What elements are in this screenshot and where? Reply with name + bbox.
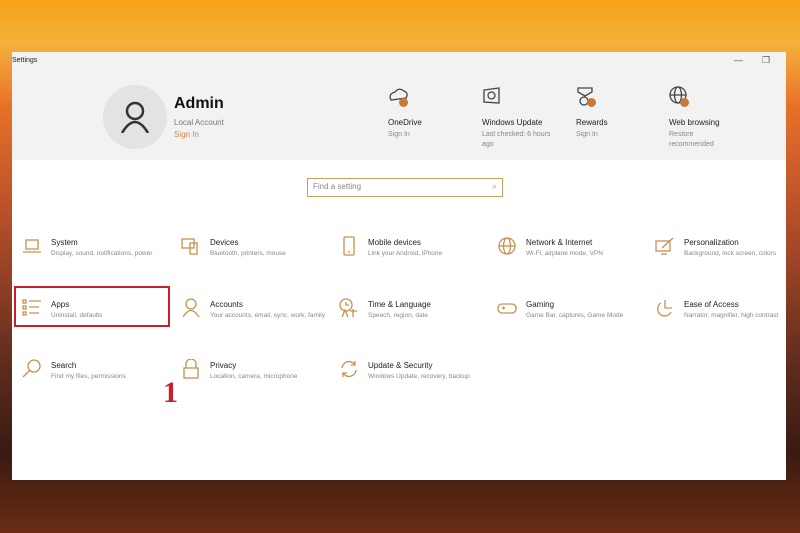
quick-web-browsing[interactable]: Web browsing Restore recommended [669, 86, 739, 150]
item-title: Accounts [210, 300, 243, 309]
quick-sub: Restore recommended [669, 131, 714, 148]
item-subtitle: Link your Android, iPhone [368, 250, 443, 257]
quick-title: Rewards [576, 118, 608, 127]
settings-item-system[interactable]: System Display, sound, notifications, po… [22, 236, 172, 276]
quick-onedrive[interactable]: OneDrive Sign In [388, 86, 458, 140]
item-title: Time & Language [368, 300, 431, 309]
user-name: Admin [174, 95, 224, 112]
restore-button[interactable]: ❐ [762, 55, 770, 66]
item-title: Devices [210, 238, 239, 247]
item-subtitle: Windows Update, recovery, backup [368, 373, 470, 380]
settings-item-privacy[interactable]: Privacy Location, camera, microphone [181, 359, 331, 399]
quick-windows-update[interactable]: Windows Update Last checked: 6 hours ago [482, 86, 552, 150]
settings-item-search[interactable]: Search Find my files, permissions [22, 359, 172, 399]
settings-item-personalization[interactable]: Personalization Background, lock screen,… [655, 236, 800, 276]
devices-icon [181, 238, 198, 255]
item-title: Gaming [526, 300, 555, 309]
phone-icon [343, 236, 355, 256]
quick-sub: Sign In [388, 131, 410, 138]
item-subtitle: Find my files, permissions [51, 373, 126, 380]
quick-sub: Sign In [576, 131, 598, 138]
search-input[interactable]: Find a setting ⌕ [307, 178, 503, 197]
window-title: Settings [12, 57, 38, 64]
item-title: Apps [51, 300, 70, 309]
settings-item-update-security[interactable]: Update & Security Windows Update, recove… [339, 359, 489, 399]
settings-item-apps[interactable]: Apps Uninstall, defaults [22, 298, 172, 338]
time-language-icon [339, 298, 357, 318]
item-subtitle: Game Bar, captures, Game Mode [526, 312, 624, 319]
account-type: Local Account [174, 118, 224, 127]
ease-access-icon [657, 300, 672, 317]
item-subtitle: Speech, region, date [368, 312, 428, 319]
quick-title: OneDrive [388, 118, 422, 127]
update-icon [483, 87, 500, 104]
header: Settings — ❐ Admin Local Account Sign In… [12, 52, 786, 160]
item-subtitle: Bluetooth, printers, mouse [210, 250, 286, 257]
laptop-icon [23, 239, 41, 253]
settings-item-mobile-devices[interactable]: Mobile devices Link your Android, iPhone [339, 236, 489, 276]
settings-item-devices[interactable]: Devices Bluetooth, printers, mouse [181, 236, 331, 276]
settings-item-network-internet[interactable]: Network & Internet Wi-Fi, airplane mode,… [497, 236, 647, 276]
search-icon[interactable]: ⌕ [492, 181, 497, 192]
item-title: System [51, 238, 78, 247]
sync-icon [341, 360, 357, 378]
settings-window: Settings — ❐ Admin Local Account Sign In… [12, 52, 786, 480]
settings-item-accounts[interactable]: Accounts Your accounts, email, sync, wor… [181, 298, 331, 338]
item-title: Network & Internet [526, 238, 593, 247]
item-subtitle: Display, sound, notifications, power [51, 250, 153, 257]
item-subtitle: Your accounts, email, sync, work, family [210, 312, 325, 319]
globe-icon [498, 237, 516, 255]
quick-sub: Last checked: 6 hours ago [482, 131, 551, 148]
item-title: Ease of Access [684, 300, 739, 309]
settings-item-ease-of-access[interactable]: Ease of Access Narrator, magnifier, high… [655, 298, 800, 338]
avatar[interactable] [103, 85, 167, 149]
sign-in-link[interactable]: Sign In [174, 130, 199, 139]
item-title: Mobile devices [368, 238, 421, 247]
settings-item-time-language[interactable]: Time & Language Speech, region, date [339, 298, 489, 338]
item-title: Privacy [210, 361, 237, 370]
apps-list-icon [22, 299, 41, 316]
quick-title: Web browsing [669, 118, 720, 127]
person-icon [120, 101, 150, 133]
item-subtitle: Uninstall, defaults [51, 312, 103, 319]
item-subtitle: Background, lock screen, colors [684, 250, 777, 257]
item-subtitle: Location, camera, microphone [210, 373, 298, 380]
paint-icon [655, 237, 674, 255]
item-title: Search [51, 361, 77, 370]
person-icon [182, 298, 200, 318]
quick-title: Windows Update [482, 118, 543, 127]
search-icon [22, 359, 41, 378]
quick-rewards[interactable]: Rewards Sign In [576, 86, 646, 140]
minimize-button[interactable]: — [734, 55, 743, 65]
item-title: Personalization [684, 238, 739, 247]
settings-item-gaming[interactable]: Gaming Game Bar, captures, Game Mode [497, 298, 647, 338]
gamepad-icon [497, 303, 517, 314]
item-title: Update & Security [368, 361, 433, 370]
lock-icon [183, 359, 199, 379]
item-subtitle: Wi-Fi, airplane mode, VPN [526, 250, 603, 257]
search-placeholder: Find a setting [313, 182, 362, 191]
item-subtitle: Narrator, magnifier, high contrast [684, 312, 779, 319]
